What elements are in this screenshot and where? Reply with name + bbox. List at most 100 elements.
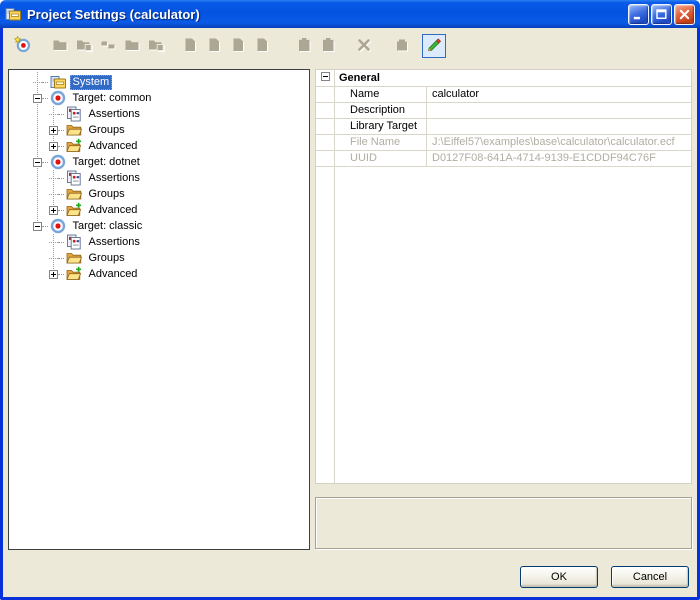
tree-item-groups[interactable]: Groups <box>9 122 309 138</box>
folder-action-2-button <box>72 34 96 58</box>
close-button[interactable] <box>674 4 695 25</box>
delete-icon <box>356 37 372 56</box>
tree-connector <box>58 210 64 211</box>
tree-item-groups[interactable]: Groups <box>9 250 309 266</box>
tree-connector <box>42 98 48 99</box>
folder-action-1-icon <box>52 37 68 56</box>
tree-item-advanced[interactable]: Advanced <box>9 266 309 282</box>
target-icon <box>50 218 67 234</box>
toolbar-group <box>352 34 376 58</box>
property-label-uuid: UUID <box>334 151 426 166</box>
page-action-2-button <box>202 34 226 58</box>
property-label-file-name: File Name <box>334 135 426 150</box>
row-gutter <box>316 87 334 102</box>
tree-item-assertions[interactable]: Assertions <box>9 234 309 250</box>
row-gutter <box>316 119 334 134</box>
properties-action-button <box>390 34 414 58</box>
expander-plus-icon[interactable] <box>49 126 58 135</box>
delete-button <box>352 34 376 58</box>
section-label: General <box>334 70 380 86</box>
minimize-button[interactable] <box>628 4 649 25</box>
expander-plus-icon[interactable] <box>49 270 58 279</box>
property-grid: GeneralNamecalculatorDescriptionLibrary … <box>315 69 692 484</box>
new-target-button[interactable] <box>10 34 34 58</box>
tree-connector <box>49 174 58 183</box>
row-gutter <box>316 103 334 118</box>
expander-plus-icon[interactable] <box>49 206 58 215</box>
tree-item-advanced[interactable]: Advanced <box>9 202 309 218</box>
clipboard-action-2-icon <box>320 37 336 56</box>
expander-minus-icon[interactable] <box>33 94 42 103</box>
tree-item-label: Assertions <box>86 107 143 122</box>
toolbar-group <box>48 34 168 58</box>
folder-icon <box>66 250 83 266</box>
expander-minus-icon[interactable] <box>33 158 42 167</box>
tree-item-label: Groups <box>86 187 128 202</box>
tree-connector <box>42 162 48 163</box>
tree-item-advanced[interactable]: Advanced <box>9 138 309 154</box>
minimize-icon <box>631 7 646 22</box>
toolbar-group <box>10 34 34 58</box>
property-value-description[interactable] <box>426 103 691 118</box>
property-value-file-name: J:\Eiffel57\examples\base\calculator\cal… <box>426 135 691 150</box>
page-action-3-button <box>226 34 250 58</box>
new-target-icon <box>14 36 31 56</box>
cancel-button[interactable]: Cancel <box>611 566 689 588</box>
tree-item-system[interactable]: System <box>9 74 309 90</box>
tree-item-target-dotnet[interactable]: Target: dotnet <box>9 154 309 170</box>
tree-item-groups[interactable]: Groups <box>9 186 309 202</box>
tree-connector <box>58 146 64 147</box>
ok-button[interactable]: OK <box>520 566 598 588</box>
main-content: SystemTarget: commonAssertionsGroupsAdva… <box>8 69 692 550</box>
clipboard-action-2-button <box>316 34 340 58</box>
tree-connector <box>58 274 64 275</box>
clipboard-action-1-button <box>292 34 316 58</box>
tree-item-label: Target: common <box>70 91 155 106</box>
general-collapse-icon[interactable] <box>321 70 330 86</box>
folder-action-1-button <box>48 34 72 58</box>
expander-plus-icon[interactable] <box>49 142 58 151</box>
property-row-name: Namecalculator <box>316 87 691 103</box>
tree-item-target-common[interactable]: Target: common <box>9 90 309 106</box>
property-section-general: General <box>316 70 691 87</box>
property-value-name[interactable]: calculator <box>426 87 691 102</box>
folder-icon <box>66 186 83 202</box>
tree-item-label: Groups <box>86 251 128 266</box>
property-label-name: Name <box>334 87 426 102</box>
folder-action-3-button <box>120 34 144 58</box>
tree-item-target-classic[interactable]: Target: classic <box>9 218 309 234</box>
folder-action-4-icon <box>148 37 164 56</box>
tree-item-assertions[interactable]: Assertions <box>9 170 309 186</box>
window-title: Project Settings (calculator) <box>27 7 626 22</box>
assertions-icon <box>66 106 83 122</box>
window-icon <box>5 6 22 23</box>
assertions-icon <box>66 170 83 186</box>
expander-minus-icon[interactable] <box>33 222 42 231</box>
page-action-3-icon <box>230 37 246 56</box>
property-value-library-target[interactable] <box>426 119 691 134</box>
folder-plus-icon <box>66 266 83 282</box>
system-icon <box>50 74 67 90</box>
maximize-icon <box>654 7 669 22</box>
property-value-uuid: D0127F08-641A-4714-9139-E1CDDF94C76F <box>426 151 691 166</box>
settings-tree: SystemTarget: commonAssertionsGroupsAdva… <box>8 69 310 550</box>
edit-button[interactable] <box>422 34 446 58</box>
move-action-icon <box>100 37 116 56</box>
page-action-1-icon <box>182 37 198 56</box>
properties-action-icon <box>394 37 410 56</box>
row-gutter <box>316 135 334 150</box>
move-action-button <box>96 34 120 58</box>
titlebar[interactable]: Project Settings (calculator) <box>0 0 700 28</box>
tree-connector <box>49 110 58 119</box>
toolbar <box>3 31 697 61</box>
folder-action-2-icon <box>76 37 92 56</box>
tree-item-label: Advanced <box>86 139 141 154</box>
page-action-2-icon <box>206 37 222 56</box>
folder-plus-icon <box>66 202 83 218</box>
tree-connector <box>58 130 64 131</box>
clipboard-action-1-icon <box>296 37 312 56</box>
maximize-button[interactable] <box>651 4 672 25</box>
tree-connector <box>33 78 42 87</box>
close-icon <box>677 7 692 22</box>
tree-item-assertions[interactable]: Assertions <box>9 106 309 122</box>
